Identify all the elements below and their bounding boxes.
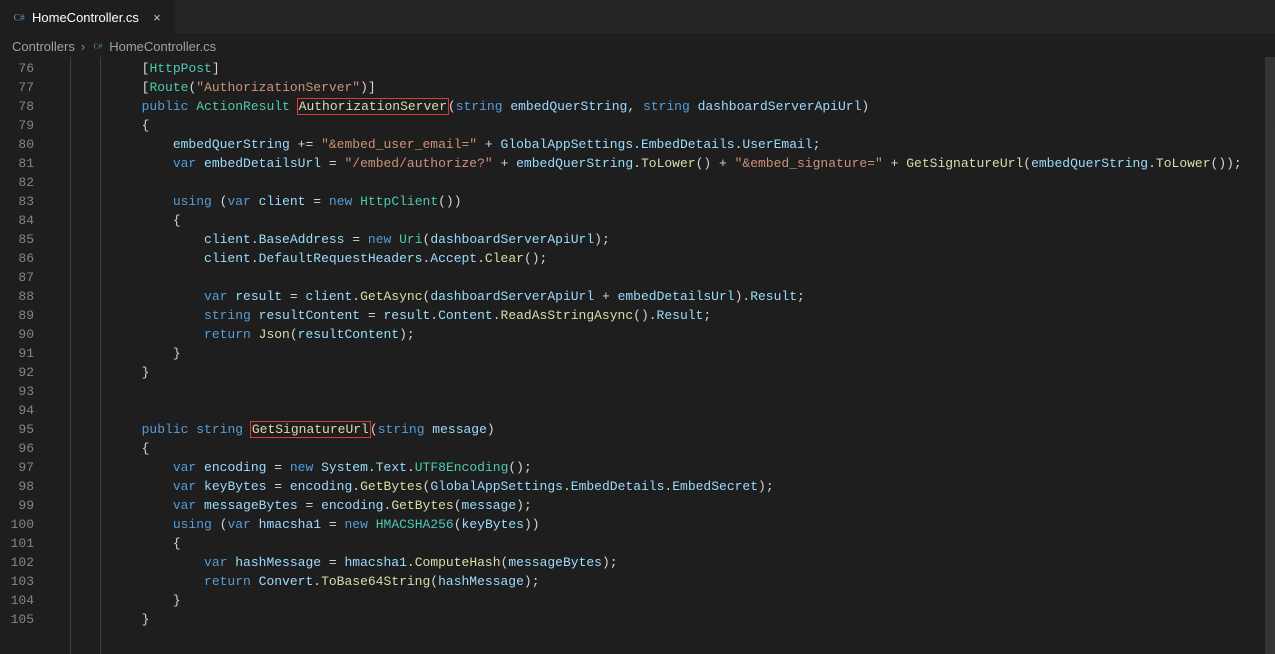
code-line[interactable] bbox=[48, 382, 1242, 401]
line-number: 95 bbox=[0, 420, 34, 439]
line-number: 101 bbox=[0, 534, 34, 553]
code-line[interactable]: } bbox=[48, 610, 1242, 629]
line-number: 81 bbox=[0, 154, 34, 173]
code-line[interactable]: { bbox=[48, 211, 1242, 230]
breadcrumb: Controllers › C# HomeController.cs bbox=[0, 35, 1275, 57]
code-line[interactable]: public string GetSignatureUrl(string mes… bbox=[48, 420, 1242, 439]
line-number: 76 bbox=[0, 59, 34, 78]
code-line[interactable]: { bbox=[48, 116, 1242, 135]
code-line[interactable]: } bbox=[48, 363, 1242, 382]
code-line[interactable]: } bbox=[48, 344, 1242, 363]
highlight-box: AuthorizationServer bbox=[297, 98, 449, 115]
code-line[interactable]: } bbox=[48, 591, 1242, 610]
code-line[interactable] bbox=[48, 401, 1242, 420]
line-number: 103 bbox=[0, 572, 34, 591]
line-number: 104 bbox=[0, 591, 34, 610]
line-number: 80 bbox=[0, 135, 34, 154]
code-line[interactable]: [HttpPost] bbox=[48, 59, 1242, 78]
close-icon[interactable]: × bbox=[149, 9, 165, 25]
svg-text:C#: C# bbox=[14, 13, 25, 24]
code-line[interactable] bbox=[48, 173, 1242, 192]
code-line[interactable]: var embedDetailsUrl = "/embed/authorize?… bbox=[48, 154, 1242, 173]
code-line[interactable]: { bbox=[48, 534, 1242, 553]
tab-homecontroller[interactable]: C# HomeController.cs × bbox=[0, 0, 176, 34]
tab-filename: HomeController.cs bbox=[32, 10, 139, 25]
line-number: 93 bbox=[0, 382, 34, 401]
line-number: 92 bbox=[0, 363, 34, 382]
code-line[interactable]: var keyBytes = encoding.GetBytes(GlobalA… bbox=[48, 477, 1242, 496]
svg-text:C#: C# bbox=[94, 41, 103, 50]
code-line[interactable]: var hashMessage = hmacsha1.ComputeHash(m… bbox=[48, 553, 1242, 572]
csharp-file-icon: C# bbox=[91, 39, 105, 53]
line-number: 94 bbox=[0, 401, 34, 420]
code-line[interactable] bbox=[48, 268, 1242, 287]
line-number: 90 bbox=[0, 325, 34, 344]
code-line[interactable]: return Convert.ToBase64String(hashMessag… bbox=[48, 572, 1242, 591]
line-number: 86 bbox=[0, 249, 34, 268]
code-line[interactable]: var encoding = new System.Text.UTF8Encod… bbox=[48, 458, 1242, 477]
code-line[interactable]: string resultContent = result.Content.Re… bbox=[48, 306, 1242, 325]
line-number: 79 bbox=[0, 116, 34, 135]
line-number-gutter: 7677787980818283848586878889909192939495… bbox=[0, 57, 48, 654]
code-line[interactable]: [Route("AuthorizationServer")] bbox=[48, 78, 1242, 97]
code-line[interactable]: var messageBytes = encoding.GetBytes(mes… bbox=[48, 496, 1242, 515]
code-line[interactable]: var result = client.GetAsync(dashboardSe… bbox=[48, 287, 1242, 306]
line-number: 89 bbox=[0, 306, 34, 325]
line-number: 87 bbox=[0, 268, 34, 287]
line-number: 77 bbox=[0, 78, 34, 97]
code-line[interactable]: using (var hmacsha1 = new HMACSHA256(key… bbox=[48, 515, 1242, 534]
code-line[interactable]: return Json(resultContent); bbox=[48, 325, 1242, 344]
csharp-file-icon: C# bbox=[10, 9, 26, 25]
tab-bar: C# HomeController.cs × bbox=[0, 0, 1275, 35]
line-number: 96 bbox=[0, 439, 34, 458]
line-number: 105 bbox=[0, 610, 34, 629]
breadcrumb-seg-controllers[interactable]: Controllers bbox=[12, 39, 75, 54]
code-line[interactable]: using (var client = new HttpClient()) bbox=[48, 192, 1242, 211]
scrollbar[interactable] bbox=[1265, 57, 1275, 654]
line-number: 78 bbox=[0, 97, 34, 116]
code-line[interactable]: client.BaseAddress = new Uri(dashboardSe… bbox=[48, 230, 1242, 249]
code-line[interactable]: client.DefaultRequestHeaders.Accept.Clea… bbox=[48, 249, 1242, 268]
code-line[interactable]: embedQuerString += "&embed_user_email=" … bbox=[48, 135, 1242, 154]
line-number: 102 bbox=[0, 553, 34, 572]
line-number: 99 bbox=[0, 496, 34, 515]
highlight-box: GetSignatureUrl bbox=[250, 421, 371, 438]
line-number: 83 bbox=[0, 192, 34, 211]
line-number: 84 bbox=[0, 211, 34, 230]
line-number: 98 bbox=[0, 477, 34, 496]
code-line[interactable]: { bbox=[48, 439, 1242, 458]
code-editor[interactable]: 7677787980818283848586878889909192939495… bbox=[0, 57, 1275, 654]
line-number: 100 bbox=[0, 515, 34, 534]
line-number: 97 bbox=[0, 458, 34, 477]
line-number: 91 bbox=[0, 344, 34, 363]
line-number: 82 bbox=[0, 173, 34, 192]
chevron-right-icon: › bbox=[79, 39, 87, 54]
breadcrumb-seg-file[interactable]: HomeController.cs bbox=[109, 39, 216, 54]
code-area[interactable]: [HttpPost] [Route("AuthorizationServer")… bbox=[48, 57, 1242, 654]
line-number: 88 bbox=[0, 287, 34, 306]
line-number: 85 bbox=[0, 230, 34, 249]
code-line[interactable]: public ActionResult AuthorizationServer(… bbox=[48, 97, 1242, 116]
